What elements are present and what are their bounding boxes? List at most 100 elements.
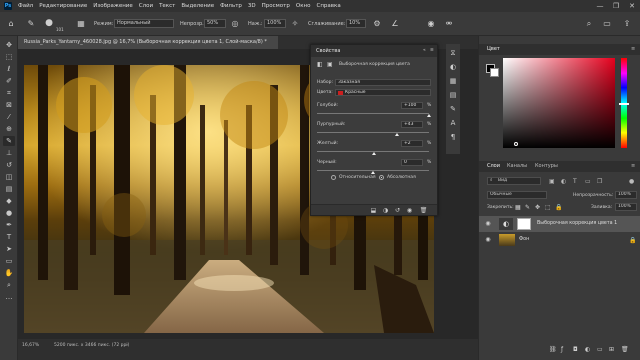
collapse-icon[interactable]: « bbox=[423, 48, 426, 53]
menu-type[interactable]: Текст bbox=[159, 3, 175, 9]
pressure-size-icon[interactable]: ◉ bbox=[426, 18, 436, 29]
color-picker-ring[interactable] bbox=[514, 142, 518, 146]
zoom-tool-icon[interactable]: ⌕ bbox=[3, 280, 15, 290]
menu-help[interactable]: Справка bbox=[316, 3, 340, 9]
character-panel-icon[interactable]: A bbox=[448, 118, 458, 128]
menu-window[interactable]: Окно bbox=[296, 3, 311, 9]
status-arrow-icon[interactable]: › bbox=[126, 343, 128, 348]
paragraph-panel-icon[interactable]: ¶ bbox=[448, 132, 458, 142]
menu-image[interactable]: Изображение bbox=[93, 3, 133, 9]
slider-value-field[interactable]: +2 bbox=[401, 140, 423, 147]
hue-marker[interactable] bbox=[619, 103, 629, 105]
opacity-field[interactable]: 50% bbox=[204, 19, 226, 28]
history-panel-icon[interactable]: ⧖ bbox=[448, 48, 458, 58]
path-select-tool-icon[interactable]: ➤ bbox=[3, 244, 15, 254]
search-icon[interactable]: ⌕ bbox=[584, 18, 594, 29]
mode-select[interactable]: Нормальный bbox=[114, 19, 174, 28]
layer-style-icon[interactable]: ƒ bbox=[561, 346, 563, 353]
smoothing-options-icon[interactable]: ⚙ bbox=[372, 18, 382, 29]
lock-position-icon[interactable]: ✥ bbox=[535, 204, 540, 211]
lock-pixels-icon[interactable]: ✎ bbox=[525, 204, 530, 211]
symmetry-icon[interactable]: ⚮ bbox=[444, 18, 454, 29]
clone-stamp-tool-icon[interactable]: ⊥ bbox=[3, 148, 15, 158]
gradient-tool-icon[interactable]: ▤ bbox=[3, 184, 15, 194]
reset-icon[interactable]: ↺ bbox=[393, 206, 402, 215]
brush-tool-icon[interactable]: ✎ bbox=[3, 136, 15, 146]
new-layer-icon[interactable]: ⊞ bbox=[609, 346, 614, 353]
menu-layers[interactable]: Слои bbox=[139, 3, 153, 9]
blur-tool-icon[interactable]: ◆ bbox=[3, 196, 15, 206]
rectangle-tool-icon[interactable]: ▭ bbox=[3, 256, 15, 266]
slider-track[interactable] bbox=[317, 113, 429, 114]
slider-thumb[interactable] bbox=[395, 133, 400, 136]
pen-tool-icon[interactable]: ✒ bbox=[3, 220, 15, 230]
mask-icon[interactable]: ▣ bbox=[327, 61, 333, 68]
home-icon[interactable]: ⌂ bbox=[6, 18, 16, 29]
more-tools-icon[interactable]: … bbox=[3, 292, 15, 302]
menu-view[interactable]: Просмотр bbox=[262, 3, 290, 9]
properties-title[interactable]: Свойства bbox=[316, 48, 340, 54]
brush-tool-icon[interactable]: ✎ bbox=[26, 18, 36, 29]
layer-kind-filter[interactable]: ⌕ Вид bbox=[487, 177, 541, 185]
colors-select[interactable]: Красные bbox=[335, 89, 431, 96]
visibility-eye-icon[interactable]: ◉ bbox=[484, 236, 492, 244]
share-icon[interactable]: ⇪ bbox=[622, 18, 632, 29]
document-tab[interactable]: Russia_Parks_Yantarny_460028.jpg @ 16,7%… bbox=[18, 36, 278, 49]
airbrush-icon[interactable]: ✧ bbox=[290, 18, 300, 29]
menu-filter[interactable]: Фильтр bbox=[220, 3, 242, 9]
visibility-icon[interactable]: ◉ bbox=[405, 206, 414, 215]
fill-field[interactable]: 100% bbox=[615, 203, 637, 211]
filter-smart-icon[interactable]: ❐ bbox=[597, 178, 602, 185]
eyedropper-tool-icon[interactable]: ⁄ bbox=[3, 112, 15, 122]
slider-value-field[interactable]: +43 bbox=[401, 121, 423, 128]
dodge-tool-icon[interactable]: ● bbox=[3, 208, 15, 218]
color-panel-background[interactable] bbox=[490, 68, 499, 77]
frame-tool-icon[interactable]: ⊠ bbox=[3, 100, 15, 110]
healing-brush-tool-icon[interactable]: ⊕ bbox=[3, 124, 15, 134]
hand-tool-icon[interactable]: ✋ bbox=[3, 268, 15, 278]
relative-radio[interactable] bbox=[331, 175, 336, 180]
type-tool-icon[interactable]: T bbox=[3, 232, 15, 242]
menu-3d[interactable]: 3D bbox=[248, 3, 256, 9]
lock-all-icon[interactable]: 🔒 bbox=[555, 204, 562, 211]
tab-color[interactable]: Цвет bbox=[487, 46, 500, 52]
brushes-panel-icon[interactable]: ✎ bbox=[448, 104, 458, 114]
slider-track[interactable] bbox=[317, 132, 429, 133]
lasso-tool-icon[interactable]: ℓ bbox=[3, 64, 15, 74]
delete-icon[interactable]: 🗑 bbox=[419, 206, 428, 215]
menu-edit[interactable]: Редактирование bbox=[39, 3, 87, 9]
layer-name[interactable]: Выборочная коррекция цвета 1 bbox=[537, 221, 617, 226]
layer-lock-icon[interactable]: 🔒 bbox=[629, 237, 636, 244]
layer-name[interactable]: Фон bbox=[519, 237, 529, 242]
delete-layer-icon[interactable]: 🗑 bbox=[621, 346, 629, 353]
view-previous-icon[interactable]: ◑ bbox=[381, 206, 390, 215]
eraser-tool-icon[interactable]: ◫ bbox=[3, 172, 15, 182]
panel-menu-icon[interactable]: ≡ bbox=[430, 48, 434, 53]
quick-select-tool-icon[interactable]: ✐ bbox=[3, 76, 15, 86]
history-brush-tool-icon[interactable]: ↺ bbox=[3, 160, 15, 170]
opacity-pressure-icon[interactable]: ◎ bbox=[230, 18, 240, 29]
absolute-radio[interactable] bbox=[379, 175, 384, 180]
move-tool-icon[interactable]: ✥ bbox=[3, 40, 15, 50]
layer-row-background[interactable]: ◉ Фон 🔒 bbox=[479, 232, 640, 248]
close-button[interactable]: ✕ bbox=[624, 0, 640, 12]
tab-paths[interactable]: Контуры bbox=[535, 163, 558, 169]
add-mask-icon[interactable]: ◘ bbox=[573, 346, 578, 353]
minimize-button[interactable]: — bbox=[592, 0, 608, 12]
blend-mode-select[interactable]: Обычные bbox=[487, 191, 547, 199]
slider-value-field[interactable]: +100 bbox=[401, 102, 423, 109]
filter-type-icon[interactable]: T bbox=[573, 178, 577, 185]
slider-thumb[interactable] bbox=[371, 171, 375, 174]
menu-select[interactable]: Выделение bbox=[181, 3, 214, 9]
crop-tool-icon[interactable]: ⌗ bbox=[3, 88, 15, 98]
clip-to-layer-icon[interactable]: ⬓ bbox=[369, 206, 378, 215]
brush-settings-icon[interactable]: ▦ bbox=[76, 18, 86, 29]
filter-adjustment-icon[interactable]: ◐ bbox=[561, 178, 566, 185]
adjustments-panel-icon[interactable]: ◐ bbox=[448, 62, 458, 72]
marquee-tool-icon[interactable]: ⬚ bbox=[3, 52, 15, 62]
pressure-field[interactable]: 100% bbox=[264, 19, 286, 28]
workspace-icon[interactable]: ▭ bbox=[602, 18, 612, 29]
visibility-eye-icon[interactable]: ◉ bbox=[484, 220, 492, 228]
new-adjustment-icon[interactable]: ◐ bbox=[585, 346, 590, 353]
layers-panel-menu-icon[interactable]: ≡ bbox=[631, 163, 635, 169]
